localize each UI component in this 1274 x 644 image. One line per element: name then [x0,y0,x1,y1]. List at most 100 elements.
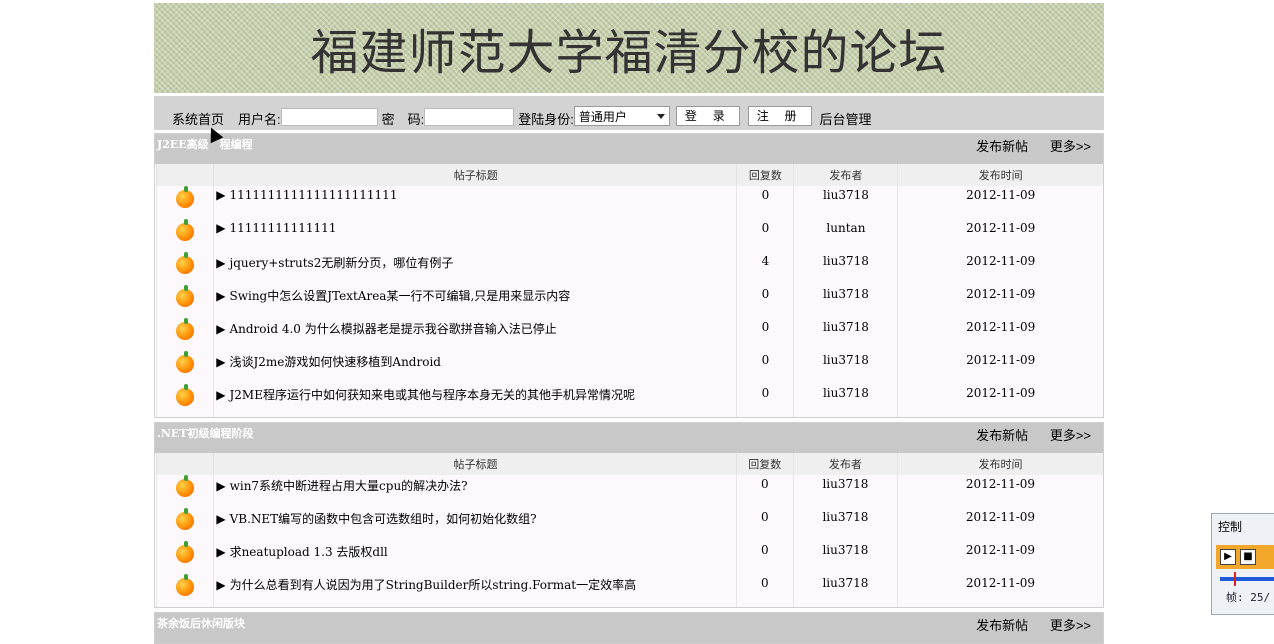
page-wrapper: 福建师范大学福清分校的论坛 系统首页 用户名: 密 码: 登陆身份: 普通用户 … [154,3,1104,644]
admin-link[interactable]: 后台管理 [820,109,872,128]
section-links: 发布新帖 更多>> [958,136,1091,155]
post-title-link[interactable]: Android 4.0 为什么模拟器老是提示我谷歌拼音输入法已停止 [229,322,556,336]
author-cell: liu3718 [793,351,898,384]
username-input[interactable] [280,108,378,126]
triangle-icon: ▶ [216,322,226,336]
reply-count: 0 [735,475,794,508]
post-title-link[interactable]: 为什么总看到有人说因为用了StringBuilder所以string.Forma… [230,578,637,592]
reply-count: 0 [736,351,794,384]
password-input[interactable] [424,108,515,126]
reply-count: 0 [736,186,794,219]
section-title: .NET初级编程阶段 [157,427,254,440]
more-link[interactable]: 更多>> [1050,139,1091,154]
post-title-link[interactable]: 求neatupload 1.3 去版权dll [230,545,388,559]
post-title-link[interactable]: 浅谈J2me游戏如何快速移植到Android [229,355,440,369]
forum-section: 茶余饭后休闲版块 发布新帖 更多>> [154,612,1104,644]
table-row: ▶ win7系统中断进程占用大量cpu的解决办法? 0 liu3718 2012-11-… [155,475,1103,508]
more-link[interactable]: 更多>> [1050,428,1091,443]
date-cell: 2012-11-09 [896,508,1103,541]
date-cell: 2012-11-09 [897,186,1103,219]
author-cell: liu3718 [793,285,898,318]
post-title-link[interactable]: J2ME程序运行中如何获知来电或其他与程序本身无关的其他手机异常情况呢 [229,388,635,402]
table-row: ▶ VB.NET编写的函数中包含可选数组时，如何初始化数组? 0 liu3718 201… [155,508,1103,541]
title-cell[interactable]: ▶ jquery+struts2无刷新分页，哪位有例子 [213,252,737,285]
timeline-slider[interactable] [1220,572,1274,586]
col-author: 发布者 [793,164,898,186]
reply-count: 0 [735,574,794,607]
orange-icon [176,285,195,307]
post-title-link[interactable]: 11111111111111 [229,221,336,235]
role-select[interactable]: 普通用户 [573,106,670,126]
role-select-value: 普通用户 [578,110,627,124]
author-cell: liu3718 [793,384,898,417]
post-new-link[interactable]: 发布新帖 [976,428,1028,443]
orange-icon [176,508,195,530]
control-panel: 控制 ▶ ■ 帧: 25/ [1211,513,1274,615]
frame-counter: 帧: 25/ [1226,591,1271,604]
col-replies: 回复数 [735,453,794,475]
author-cell: liu3718 [792,574,898,607]
triangle-icon: ▶ [216,355,226,369]
triangle-icon: ▶ [216,512,226,526]
post-new-link[interactable]: 发布新帖 [976,139,1028,154]
title-cell[interactable]: ▶ VB.NET编写的函数中包含可选数组时，如何初始化数组? [213,508,737,541]
date-cell: 2012-11-09 [897,384,1103,417]
author-cell: liu3718 [792,508,898,541]
table-row: ▶ 浅谈J2me游戏如何快速移植到Android 0 liu3718 2012-11-0… [155,351,1103,384]
play-icon[interactable]: ▶ [1220,549,1236,565]
triangle-icon: ▶ [216,479,226,493]
section-links: 发布新帖 更多>> [958,615,1091,634]
date-cell: 2012-11-09 [897,318,1103,351]
triangle-icon: ▶ [216,578,226,592]
post-table: 帖子标题 回复数 发布者 发布时间 ▶ win7系统中断进程占用大量cpu的解决办… [155,453,1103,607]
icon-cell [155,186,214,219]
icon-cell [155,508,214,541]
orange-icon [176,351,195,373]
stop-icon[interactable]: ■ [1240,549,1256,565]
post-title-link[interactable]: VB.NET编写的函数中包含可选数组时，如何初始化数组? [230,512,537,526]
title-cell[interactable]: ▶ 浅谈J2me游戏如何快速移植到Android [213,351,737,384]
col-title: 帖子标题 [213,164,737,186]
reply-count: 0 [736,384,794,417]
orange-icon [176,384,195,406]
title-cell[interactable]: ▶ win7系统中断进程占用大量cpu的解决办法? [213,475,737,508]
title-cell[interactable]: ▶ Android 4.0 为什么模拟器老是提示我谷歌拼音输入法已停止 [213,318,737,351]
section-header: 茶余饭后休闲版块 发布新帖 更多>> [155,613,1103,643]
reply-count: 0 [736,285,794,318]
triangle-icon: ▶ [216,545,226,559]
table-row: ▶ J2ME程序运行中如何获知来电或其他与程序本身无关的其他手机异常情况呢 0 liu… [155,384,1103,417]
reply-count: 4 [736,252,794,285]
post-title-link[interactable]: 1111111111111111111111 [229,188,397,202]
triangle-icon: ▶ [216,221,226,235]
title-cell[interactable]: ▶ 求neatupload 1.3 去版权dll [213,541,737,574]
icon-cell [155,351,214,384]
forum-banner: 福建师范大学福清分校的论坛 [154,3,1104,93]
register-button[interactable]: 注 册 [747,106,812,126]
title-cell[interactable]: ▶ 1111111111111111111111 [213,186,737,219]
post-title-link[interactable]: win7系统中断进程占用大量cpu的解决办法? [230,479,468,493]
title-cell[interactable]: ▶ Swing中怎么设置JTextArea某一行不可编辑,只是用来显示内容 [213,285,737,318]
table-row: ▶ Android 4.0 为什么模拟器老是提示我谷歌拼音输入法已停止 0 liu37… [155,318,1103,351]
password-label: 密 码: [381,112,425,127]
triangle-icon: ▶ [216,188,226,202]
title-cell[interactable]: ▶ J2ME程序运行中如何获知来电或其他与程序本身无关的其他手机异常情况呢 [213,384,737,417]
section-links: 发布新帖 更多>> [958,425,1091,444]
col-replies: 回复数 [736,164,794,186]
title-cell[interactable]: ▶ 11111111111111 [213,219,737,252]
forum-section: J2EE高级 程编程 发布新帖 更多>> 帖子标题 回复数 发布者 发布时间 ▶… [154,133,1104,418]
control-buttons: ▶ ■ [1216,545,1274,569]
title-cell[interactable]: ▶ 为什么总看到有人说因为用了StringBuilder所以string.Form… [213,574,737,607]
post-title-link[interactable]: Swing中怎么设置JTextArea某一行不可编辑,只是用来显示内容 [229,289,570,303]
more-link[interactable]: 更多>> [1050,618,1091,633]
date-cell: 2012-11-09 [897,351,1103,384]
post-table: 帖子标题 回复数 发布者 发布时间 ▶ 111111111111111111111… [155,164,1103,417]
date-cell: 2012-11-09 [896,475,1103,508]
icon-cell [155,574,214,607]
forum-section: .NET初级编程阶段 发布新帖 更多>> 帖子标题 回复数 发布者 发布时间 ▶… [154,422,1104,608]
post-new-link[interactable]: 发布新帖 [976,618,1028,633]
author-cell: liu3718 [793,186,898,219]
login-button[interactable]: 登 录 [675,106,740,126]
date-cell: 2012-11-09 [896,574,1103,607]
post-title-link[interactable]: jquery+struts2无刷新分页，哪位有例子 [229,256,453,270]
table-row: ▶ 求neatupload 1.3 去版权dll 0 liu3718 2012-11-0… [155,541,1103,574]
